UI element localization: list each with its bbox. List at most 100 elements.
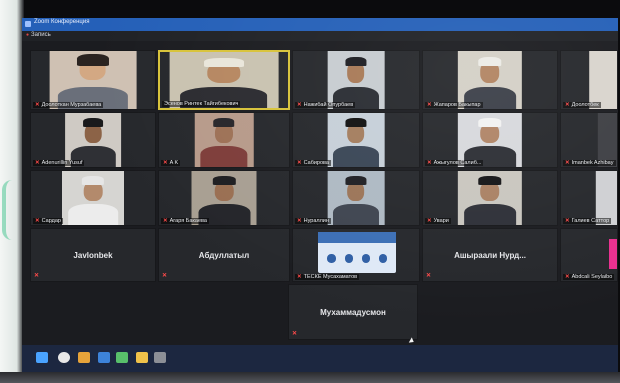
participant-name-text: Галиев Саттор (571, 218, 610, 224)
participant-name: ✕ A K (161, 160, 181, 166)
participant-tile[interactable]: ✕ Агаря Бакаева (158, 170, 290, 226)
search-icon[interactable] (58, 352, 70, 363)
participant-name-text: Увари (433, 218, 449, 224)
participant-display-name: Ашыраали Нурд... (454, 250, 526, 260)
participant-tile[interactable]: ✕ Ажыгулов Салиб... (422, 112, 558, 168)
participant-name: ✕ Агаря Бакаева (161, 218, 209, 224)
participant-video (327, 171, 385, 225)
participant-tile-no-video[interactable]: Javlonbek ✕ (30, 228, 156, 282)
participant-video (191, 171, 257, 225)
participant-video (589, 51, 617, 109)
muted-mic-icon: ✕ (426, 273, 432, 279)
window-title: Zoom Конференция (34, 19, 90, 25)
participant-grid: ✕ Доолоткан Мурзабаева Эсенов Ринтек Тайг… (22, 41, 618, 341)
participant-tile-no-video[interactable]: Абдуллатыл ✕ (158, 228, 290, 282)
meeting-top-bar: Запись (22, 31, 618, 41)
participant-name: ✕ Imanbek Azhibay (563, 160, 616, 166)
muted-mic-icon: ✕ (292, 331, 298, 337)
participant-name-text: Эсенов Ринтек Тайгибекович (164, 101, 239, 107)
participant-video (327, 113, 385, 167)
participant-name: ✕ Доолотбек (563, 102, 601, 108)
muted-mic-icon: ✕ (163, 218, 168, 224)
participant-display-name: Абдуллатыл (198, 250, 250, 260)
participant-name-text: Доолотбек (571, 102, 599, 108)
participant-name: ✕ Ажыгулов Салиб... (425, 160, 484, 166)
participant-name-text: Нажибай Опурбаев (303, 102, 354, 108)
participant-tile-active[interactable]: Эсенов Ринтек Тайгибекович (158, 50, 290, 110)
participant-tile[interactable]: ✕ A K (158, 112, 290, 168)
participant-name-text: Adenurillin Yusuf (41, 160, 83, 166)
participant-name: ✕ Галиев Саттор (563, 218, 612, 224)
muted-mic-icon: ✕ (427, 102, 432, 108)
muted-mic-icon: ✕ (297, 102, 302, 108)
participant-video (194, 113, 254, 167)
participant-video (457, 113, 523, 167)
participant-video (62, 171, 124, 225)
participant-name: ✕ Adenurillin Yusuf (33, 160, 85, 166)
participant-tile-no-video[interactable]: Ашыраали Нурд... ✕ (422, 228, 558, 282)
explorer-icon[interactable] (98, 352, 110, 363)
participant-tile[interactable]: ✕ Нураллин (292, 170, 420, 226)
shared-image (318, 232, 397, 273)
muted-mic-icon: ✕ (565, 160, 570, 166)
participant-video (65, 113, 121, 167)
participant-tile[interactable]: ✕ Нажибай Опурбаев (292, 50, 420, 110)
participant-tile[interactable]: ✕ Сардар (30, 170, 156, 226)
watermark-mark (2, 180, 20, 240)
muted-mic-icon: ✕ (163, 160, 168, 166)
participant-tile[interactable]: ✕ Жапаров Бакыпар (422, 50, 558, 110)
participant-tile[interactable]: ✕ Сабирова (292, 112, 420, 168)
app-icon[interactable] (154, 352, 166, 363)
participant-name: ✕ Abdcali Seylaibo (563, 274, 615, 280)
wall-background (0, 0, 24, 383)
participant-name: ✕ ТЕСКЕ Мусахаматов (295, 274, 360, 280)
muted-mic-icon: ✕ (565, 274, 570, 280)
participant-avatar (609, 239, 617, 269)
muted-mic-icon: ✕ (297, 160, 302, 166)
window-titlebar: Zoom Конференция (22, 18, 618, 31)
start-icon[interactable] (36, 352, 48, 363)
muted-mic-icon: ✕ (34, 273, 40, 279)
participant-name: ✕ Нажибай Опурбаев (295, 102, 356, 108)
participant-tile[interactable]: ✕ Adenurillin Yusuf (30, 112, 156, 168)
participant-name-text: A K (169, 160, 179, 166)
muted-mic-icon: ✕ (297, 218, 302, 224)
participant-tile[interactable]: ✕ Галиев Саттор (560, 170, 618, 226)
muted-mic-icon: ✕ (35, 218, 40, 224)
zoom-icon[interactable] (116, 352, 128, 363)
muted-mic-icon: ✕ (427, 160, 432, 166)
participant-tile[interactable]: ✕ Abdcali Seylaibo (560, 228, 618, 282)
participant-video (327, 51, 385, 109)
participant-tile[interactable]: ✕ Увари (422, 170, 558, 226)
task-view-icon[interactable] (78, 352, 90, 363)
participant-tile[interactable]: ✕ Imanbek Azhibay (560, 112, 618, 168)
participant-video (49, 51, 137, 109)
participant-tile[interactable]: ✕ Доолоткан Мурзабаева (30, 50, 156, 110)
participant-video (597, 113, 617, 167)
participant-name-text: Жапаров Бакыпар (433, 102, 481, 108)
participant-name-text: Нураллин (303, 218, 329, 224)
participant-name-text: Доолоткан Мурзабаева (41, 102, 102, 108)
muted-mic-icon: ✕ (427, 218, 432, 224)
windows-taskbar (22, 345, 618, 372)
participant-name: ✕ Сардар (33, 218, 63, 224)
participant-video (457, 51, 523, 109)
participant-name-text: Ажыгулов Салиб... (433, 160, 482, 166)
muted-mic-icon: ✕ (35, 102, 40, 108)
participant-tile-no-video[interactable]: Мухаммадусмон ✕ (288, 284, 418, 340)
participant-name-text: Сабирова (303, 160, 329, 166)
participant-tile-share[interactable]: ✕ ТЕСКЕ Мусахаматов (292, 228, 420, 282)
record-indicator[interactable]: Запись (26, 32, 51, 38)
participant-name: Эсенов Ринтек Тайгибекович (162, 101, 241, 107)
participant-display-name: Javlonbek (73, 250, 113, 260)
desk-edge (0, 372, 620, 383)
screen: Zoom Конференция Запись ✕Доолоткан Мурза… (22, 18, 618, 372)
participant-display-name: Мухаммадусмон (320, 307, 386, 317)
folder-icon[interactable] (136, 352, 148, 363)
participant-tile[interactable]: ✕ Доолотбек (560, 50, 618, 110)
participant-name-text: Агаря Бакаева (169, 218, 207, 224)
participant-name: ✕ Сабирова (295, 160, 331, 166)
muted-mic-icon: ✕ (565, 102, 570, 108)
participant-name-text: Imanbek Azhibay (571, 160, 614, 166)
muted-mic-icon: ✕ (162, 273, 168, 279)
